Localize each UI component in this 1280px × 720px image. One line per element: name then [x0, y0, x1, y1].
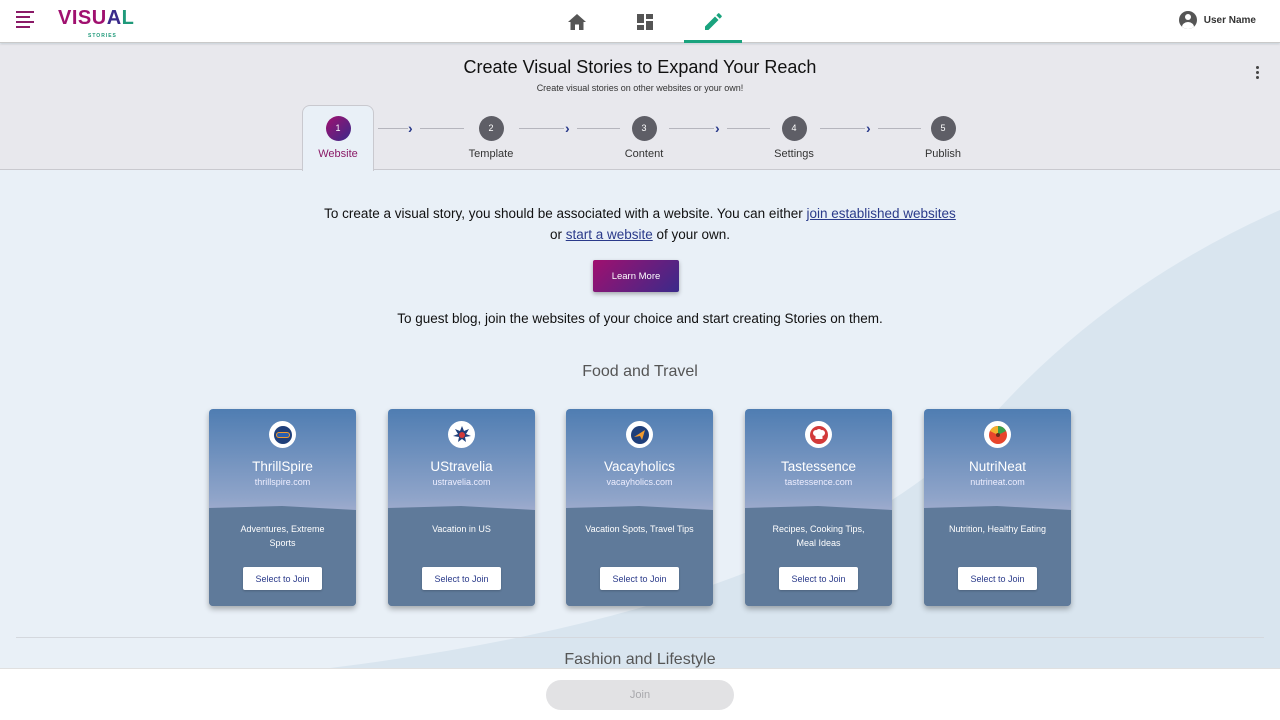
- step-label: Template: [468, 148, 514, 160]
- stepper: › › › › 1 Website 2 Template 3 Content 4…: [0, 44, 1280, 171]
- fruit-icon: [984, 421, 1011, 448]
- nav-dashboard[interactable]: [616, 0, 674, 43]
- category-title: Fashion and Lifestyle: [564, 651, 716, 668]
- step-publish[interactable]: 5 Publish: [903, 116, 983, 160]
- main-nav: [548, 0, 752, 43]
- site-name: NutriNeat: [968, 459, 1027, 474]
- site-card-ustravelia: UStravelia ustravelia.com Vacation in US…: [388, 409, 535, 606]
- step-label: Settings: [774, 148, 814, 160]
- category-title: Food and Travel: [582, 363, 698, 380]
- step-number: 1: [325, 116, 351, 141]
- step-label: Content: [624, 148, 664, 160]
- chevron-right-icon: ›: [715, 120, 720, 136]
- chevron-right-icon: ›: [565, 120, 570, 136]
- join-websites-link[interactable]: join established websites: [806, 206, 955, 221]
- avatar-icon: [1178, 11, 1197, 29]
- app-logo[interactable]: VISUAL STORIES: [58, 8, 134, 39]
- dashboard-icon: [637, 13, 653, 30]
- site-name: ThrillSpire: [252, 459, 313, 474]
- select-to-join-button[interactable]: Select to Join: [779, 567, 858, 590]
- user-name: User Name: [1203, 14, 1256, 26]
- step-label: Website: [318, 148, 358, 160]
- site-card-tastessence: Tastessence tastessence.com Recipes, Coo…: [745, 409, 892, 606]
- step-number: 2: [478, 116, 504, 141]
- select-to-join-button[interactable]: Select to Join: [243, 567, 322, 590]
- nav-create[interactable]: [684, 0, 742, 43]
- site-card-vacayholics: Vacayholics vacayholics.com Vacation Spo…: [566, 409, 713, 606]
- site-name: Tastessence: [780, 459, 857, 474]
- site-domain: nutrineat.com: [970, 477, 1025, 487]
- intro-text: To create a visual story, you should be …: [324, 206, 956, 242]
- site-tags: Recipes, Cooking Tips, Meal Ideas: [772, 524, 865, 548]
- site-card-nutrineat: NutriNeat nutrineat.com Nutrition, Healt…: [924, 409, 1071, 606]
- step-number: 3: [631, 116, 657, 141]
- site-domain: thrillspire.com: [254, 477, 311, 487]
- menu-icon[interactable]: [16, 11, 34, 29]
- step-connector: [378, 128, 408, 129]
- site-card-thrillspire: ThrillSpire thrillspire.com Adventures, …: [209, 409, 356, 606]
- chevron-right-icon: ›: [866, 120, 871, 136]
- plane-icon: [626, 421, 653, 448]
- site-tags: Vacation Spots, Travel Tips: [585, 524, 694, 534]
- chevron-right-icon: ›: [408, 120, 413, 136]
- step-website[interactable]: 1 Website: [298, 116, 378, 160]
- select-to-join-button[interactable]: Select to Join: [422, 567, 501, 590]
- step-template[interactable]: 2 Template: [451, 116, 531, 160]
- goggles-icon: [269, 421, 296, 448]
- step-number: 4: [781, 116, 807, 141]
- wizard-header: Create Visual Stories to Expand Your Rea…: [0, 44, 1280, 171]
- learn-more-button[interactable]: Learn More: [593, 260, 679, 292]
- guest-blog-text: To guest blog, join the websites of your…: [397, 311, 883, 326]
- section-divider: [16, 637, 1264, 638]
- footer-bar: Join: [0, 668, 1280, 720]
- site-domain: tastessence.com: [784, 477, 853, 487]
- site-name: UStravelia: [430, 459, 493, 474]
- user-menu[interactable]: User Name: [1178, 11, 1256, 29]
- site-tags: Adventures, Extreme Sports: [240, 524, 325, 548]
- site-tags: Nutrition, Healthy Eating: [948, 524, 1047, 534]
- main-content: To create a visual story, you should be …: [0, 170, 1280, 668]
- map-pin-icon: [448, 421, 475, 448]
- step-number: 5: [930, 116, 956, 141]
- step-content[interactable]: 3 Content: [604, 116, 684, 160]
- site-domain: ustravelia.com: [432, 477, 491, 487]
- select-to-join-button[interactable]: Select to Join: [958, 567, 1037, 590]
- top-bar: VISUAL STORIES User Name: [0, 0, 1280, 43]
- chef-hat-icon: [805, 421, 832, 448]
- step-label: Publish: [924, 148, 962, 160]
- site-tags: Vacation in US: [432, 524, 491, 534]
- site-name: Vacayholics: [603, 459, 676, 474]
- home-icon: [568, 13, 586, 30]
- join-button[interactable]: Join: [546, 680, 734, 710]
- pencil-icon: [704, 13, 722, 30]
- select-to-join-button[interactable]: Select to Join: [600, 567, 679, 590]
- step-settings[interactable]: 4 Settings: [754, 116, 834, 160]
- start-website-link[interactable]: start a website: [566, 227, 653, 242]
- site-domain: vacayholics.com: [606, 477, 673, 487]
- nav-home[interactable]: [548, 0, 606, 43]
